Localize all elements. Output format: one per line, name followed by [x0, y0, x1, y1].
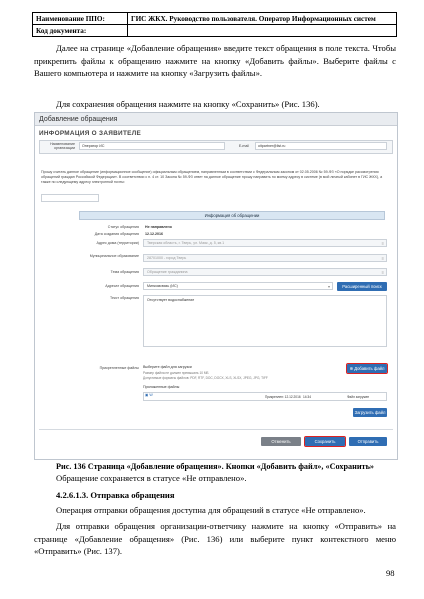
files-hint-3: Допустимые форматы файлов: PDF, RTF, DOC…: [143, 376, 268, 380]
status-value: Не направлено: [145, 225, 172, 229]
divider: [39, 429, 393, 430]
text-value: Отсутствует водоснабжение: [147, 298, 195, 302]
list-icon: ≡: [381, 241, 384, 246]
municipal-value: 28701000 - город Тверь: [147, 256, 187, 260]
paragraph-3: Операция отправки обращения доступна для…: [56, 505, 366, 515]
chevron-down-icon: ▾: [327, 284, 330, 289]
appeal-text-area[interactable]: [143, 295, 387, 347]
address-label: Адрес дома (территории): [96, 241, 139, 245]
header-code-value: [127, 24, 397, 37]
send-button[interactable]: Отправить: [349, 437, 387, 446]
attached-label: Приложенные файлы: [143, 385, 180, 389]
text-label: Текст обращения: [110, 296, 139, 300]
email-label: E-mail: [238, 144, 249, 148]
list-icon: ≡: [381, 256, 384, 261]
screenshot-add-appeal: Добавление обращения ИНФОРМАЦИЯ О ЗАЯВИТ…: [34, 112, 398, 460]
after-caption-text: Обращение сохраняется в статусе «Не отпр…: [56, 473, 247, 483]
paragraph-1: Далее на странице «Добавление обращения»…: [34, 43, 396, 79]
files-label: Прикрепленные файлы: [99, 366, 139, 370]
consent-text: Прошу считать данное обращение (информац…: [41, 170, 383, 184]
file-time: 14:34: [303, 395, 311, 399]
header-ppo-label: Наименование ППО:: [32, 12, 128, 25]
page-number: 98: [386, 568, 395, 578]
date-label: Дата создания обращения: [94, 232, 139, 236]
doc-file-icon[interactable]: ▣ W: [145, 393, 153, 397]
email-value: oitpartner@list.ru: [258, 144, 286, 148]
section-heading: 4.2.6.1.3. Отправка обращения: [56, 490, 175, 500]
header-code-label: Код документа:: [32, 24, 128, 37]
addressee-value: Минкомсвязь (ИС): [147, 284, 178, 288]
save-button[interactable]: Сохранить: [304, 436, 346, 447]
topic-value: Обращение гражданина: [147, 270, 188, 274]
extended-search-button[interactable]: Расширенный поиск: [337, 282, 387, 291]
add-file-label: Добавить файл: [354, 366, 385, 371]
list-icon: ≡: [381, 270, 384, 275]
files-hint-1: Выберите файл для загрузки: [143, 365, 192, 369]
addressee-label: Адресат обращения: [105, 284, 139, 288]
document-header: Наименование ППО: ГИС ЖКХ. Руководство п…: [32, 12, 397, 37]
status-label: Статус обращения: [107, 225, 139, 229]
paragraph-4: Для отправки обращения организации-ответ…: [34, 521, 396, 557]
cancel-button[interactable]: Отменить: [261, 437, 301, 446]
upload-file-button[interactable]: Загрузить файл: [353, 408, 387, 417]
municipal-label: Муниципальное образование: [89, 254, 139, 258]
files-hint-2: Размер файла не должен превышать 10 МБ: [143, 371, 209, 375]
date-value: 12.12.2016: [145, 232, 163, 236]
org-value: Оператор ИС: [82, 144, 105, 148]
address-value: Тверская область, г. Тверь, ул. Маяк, д.…: [147, 241, 225, 245]
info-bar: Информация об обращении: [79, 211, 385, 220]
add-file-button[interactable]: ⊕ Добавить файл: [346, 363, 388, 374]
window-title: Добавление обращения: [35, 113, 397, 126]
consent-email-input[interactable]: [41, 194, 99, 202]
figure-caption: Рис. 136 Страница «Добавление обращения»…: [55, 462, 374, 471]
section-title: ИНФОРМАЦИЯ О ЗАЯВИТЕЛЕ: [39, 130, 142, 137]
paragraph-2: Для сохранения обращения нажмите на кноп…: [56, 99, 320, 109]
org-label: Наименование организации: [50, 142, 75, 150]
file-date: Прикреплен: 12.12.2016: [265, 395, 301, 399]
file-status: Файл загружен: [347, 395, 370, 399]
header-ppo-value: ГИС ЖКХ. Руководство пользователя. Опера…: [127, 12, 397, 25]
topic-label: Тема обращения: [110, 270, 139, 274]
